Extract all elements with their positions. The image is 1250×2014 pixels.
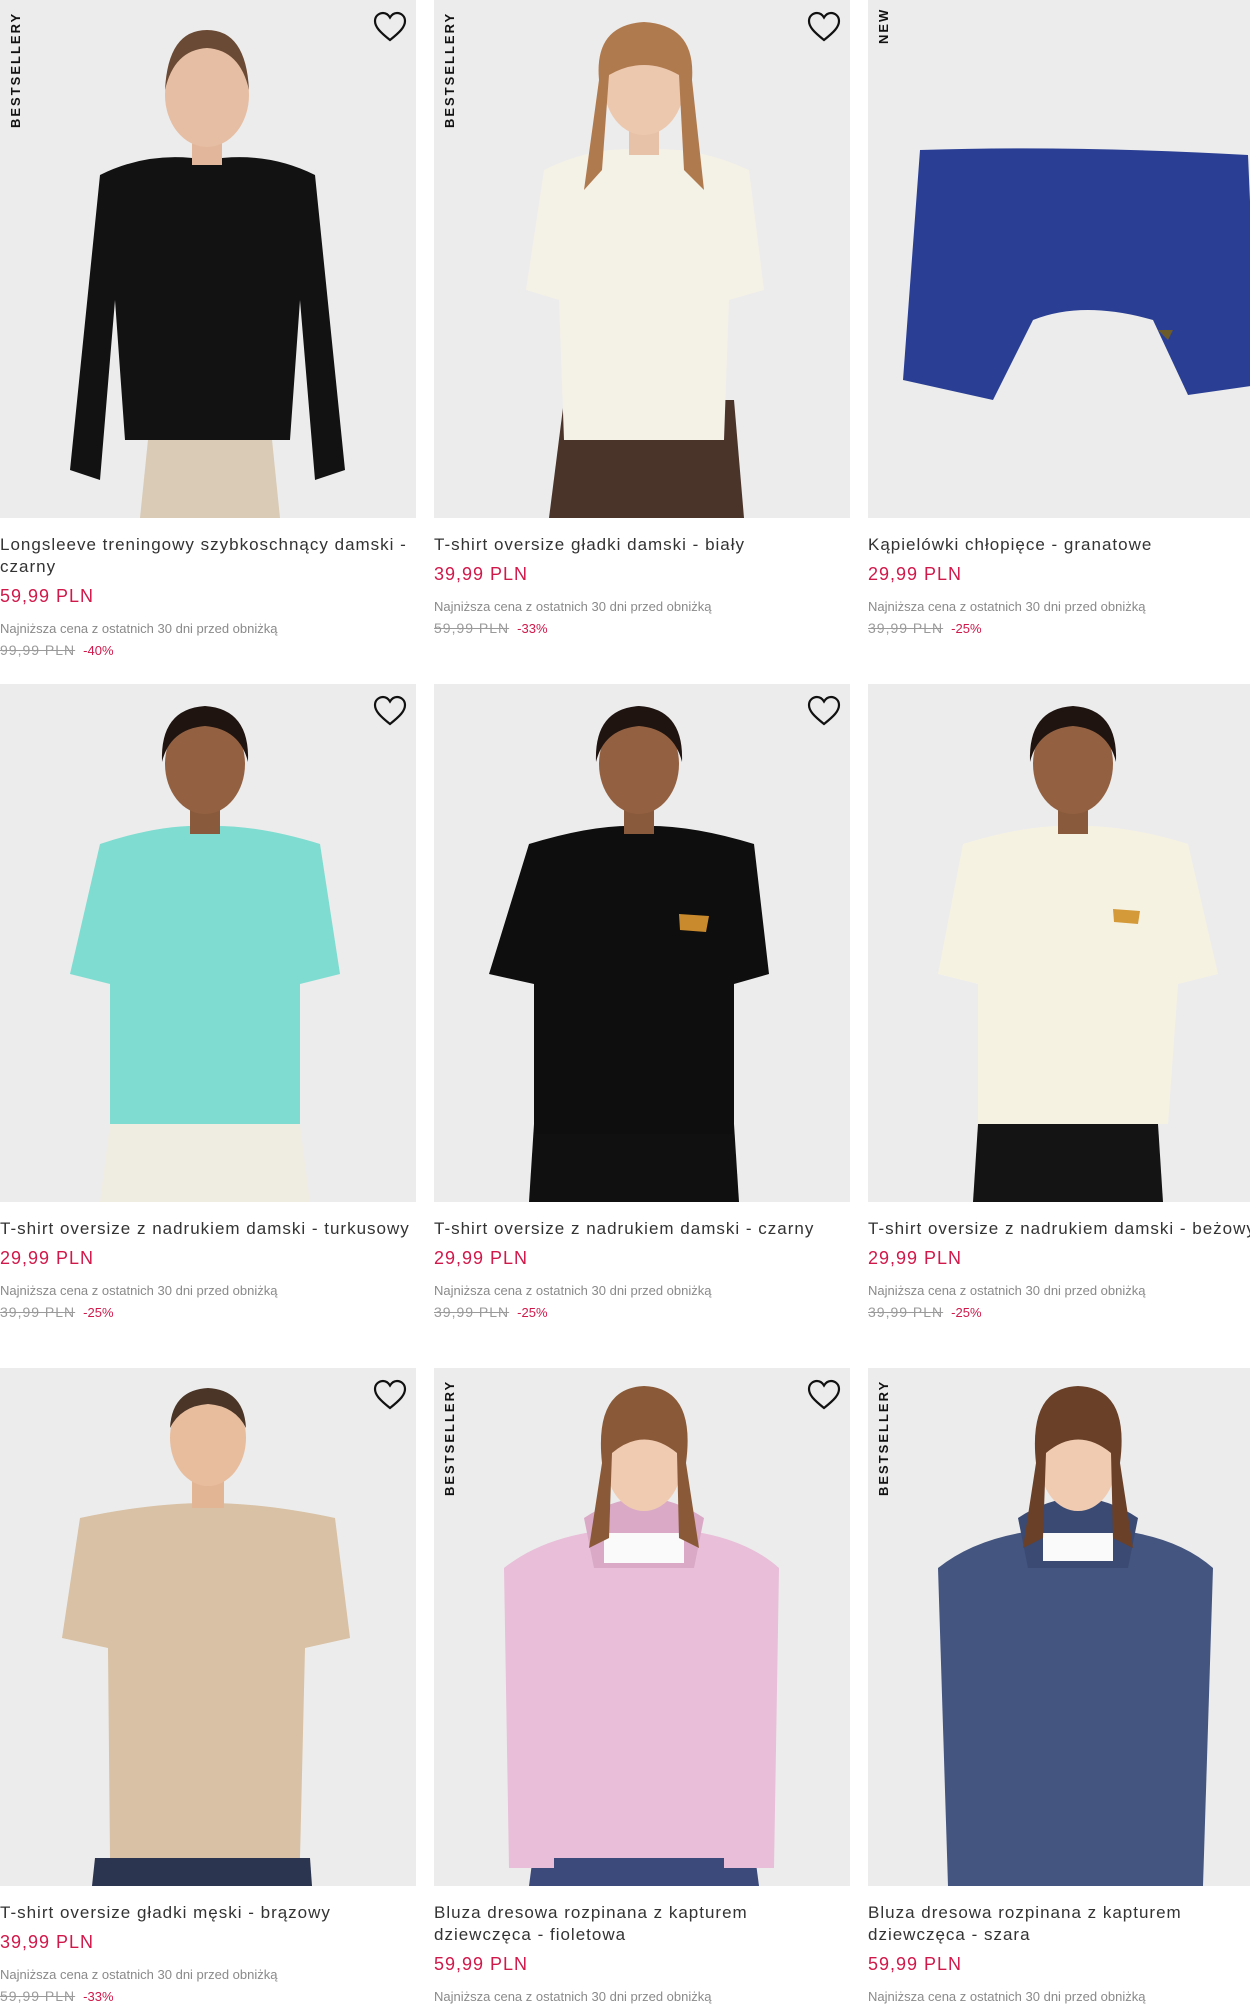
old-price-row: 39,99 PLN -25% — [868, 620, 1250, 636]
product-name[interactable]: Longsleeve treningowy szybkoschnący dams… — [0, 534, 416, 578]
lowest-price-note: Najniższa cena z ostatnich 30 dni przed … — [0, 1283, 278, 1298]
discount-badge: -25% — [517, 1305, 548, 1320]
product-image[interactable]: BESTSELLERY — [434, 0, 850, 518]
product-price: 39,99 PLN — [0, 1932, 95, 1952]
discount-badge: -25% — [83, 1305, 114, 1320]
product-name[interactable]: T-shirt oversize z nadrukiem damski - tu… — [0, 1218, 416, 1240]
product-card[interactable]: BESTSELLERY Longsleeve treningowy szybko… — [0, 0, 416, 658]
product-price: 59,99 PLN — [0, 586, 95, 606]
wishlist-heart-icon[interactable] — [806, 1378, 842, 1412]
product-image[interactable]: BESTSELLERY — [868, 1368, 1250, 1886]
wishlist-heart-icon[interactable] — [372, 1378, 408, 1412]
product-name[interactable]: T-shirt oversize gładki damski - biały — [434, 534, 850, 556]
old-price: 39,99 PLN — [868, 1304, 944, 1320]
old-price-row: 39,99 PLN -25% — [868, 1304, 1250, 1320]
product-card[interactable]: BESTSELLERY Bluza dresowa rozpinana z ka… — [868, 1368, 1250, 2004]
discount-badge: -33% — [517, 621, 548, 636]
lowest-price-note: Najniższa cena z ostatnich 30 dni przed … — [434, 1989, 712, 2004]
old-price-row: 59,99 PLN -33% — [434, 620, 850, 636]
lowest-price-note: Najniższa cena z ostatnich 30 dni przed … — [0, 621, 278, 636]
lowest-price-note: Najniższa cena z ostatnich 30 dni przed … — [0, 1967, 278, 1982]
product-price: 29,99 PLN — [868, 564, 963, 584]
product-price: 29,99 PLN — [868, 1248, 963, 1268]
lowest-price-note: Najniższa cena z ostatnich 30 dni przed … — [868, 1283, 1146, 1298]
product-price: 29,99 PLN — [434, 1248, 529, 1268]
discount-badge: -25% — [951, 1305, 982, 1320]
product-name[interactable]: T-shirt oversize gładki męski - brązowy — [0, 1902, 416, 1924]
product-name[interactable]: T-shirt oversize z nadrukiem damski - be… — [868, 1218, 1250, 1240]
discount-badge: -25% — [951, 621, 982, 636]
product-name[interactable]: Kąpielówki chłopięce - granatowe — [868, 534, 1250, 556]
badge-bestseller: BESTSELLERY — [442, 11, 457, 128]
product-card[interactable]: BESTSELLERY T-shirt oversize gładki dams… — [434, 0, 850, 636]
badge-bestseller: BESTSELLERY — [442, 1379, 457, 1496]
wishlist-heart-icon[interactable] — [372, 694, 408, 728]
old-price-row: 59,99 PLN -33% — [0, 1988, 416, 2004]
product-name[interactable]: Bluza dresowa rozpinana z kapturem dziew… — [868, 1902, 1250, 1946]
product-image[interactable]: BESTSELLERY — [0, 0, 416, 518]
product-card[interactable]: NEW Kąpielówki chłopięce - granatowe 29,… — [868, 0, 1250, 636]
product-name[interactable]: T-shirt oversize z nadrukiem damski - cz… — [434, 1218, 850, 1240]
old-price-row: 39,99 PLN -25% — [0, 1304, 416, 1320]
badge-new: NEW — [876, 7, 891, 44]
product-price: 29,99 PLN — [0, 1248, 95, 1268]
old-price: 59,99 PLN — [434, 620, 510, 636]
product-card[interactable]: T-shirt oversize z nadrukiem damski - cz… — [434, 684, 850, 1320]
product-price: 59,99 PLN — [868, 1954, 963, 1974]
product-image[interactable] — [0, 1368, 416, 1886]
product-card[interactable]: T-shirt oversize gładki męski - brązowy … — [0, 1368, 416, 2004]
old-price-row: 99,99 PLN -40% — [0, 642, 416, 658]
product-grid: BESTSELLERY Longsleeve treningowy szybko… — [0, 0, 1250, 2014]
product-price: 39,99 PLN — [434, 564, 529, 584]
discount-badge: -33% — [83, 1989, 114, 2004]
product-card[interactable]: BESTSELLERY Bluza dresowa rozpinana z ka… — [434, 1368, 850, 2004]
old-price: 99,99 PLN — [0, 642, 76, 658]
badge-bestseller: BESTSELLERY — [876, 1379, 891, 1496]
lowest-price-note: Najniższa cena z ostatnich 30 dni przed … — [434, 599, 712, 614]
badge-bestseller: BESTSELLERY — [8, 11, 23, 128]
old-price-row: 39,99 PLN -25% — [434, 1304, 850, 1320]
product-image[interactable]: BESTSELLERY — [434, 1368, 850, 1886]
wishlist-heart-icon[interactable] — [806, 694, 842, 728]
product-image[interactable]: NEW — [868, 0, 1250, 518]
product-price: 59,99 PLN — [434, 1954, 529, 1974]
wishlist-heart-icon[interactable] — [372, 10, 408, 44]
lowest-price-note: Najniższa cena z ostatnich 30 dni przed … — [434, 1283, 712, 1298]
old-price: 59,99 PLN — [0, 1988, 76, 2004]
lowest-price-note: Najniższa cena z ostatnich 30 dni przed … — [868, 1989, 1146, 2004]
wishlist-heart-icon[interactable] — [806, 10, 842, 44]
discount-badge: -40% — [83, 643, 114, 658]
product-name[interactable]: Bluza dresowa rozpinana z kapturem dziew… — [434, 1902, 850, 1946]
old-price: 39,99 PLN — [434, 1304, 510, 1320]
old-price: 39,99 PLN — [0, 1304, 76, 1320]
lowest-price-note: Najniższa cena z ostatnich 30 dni przed … — [868, 599, 1146, 614]
product-image[interactable] — [0, 684, 416, 1202]
old-price: 39,99 PLN — [868, 620, 944, 636]
product-card[interactable]: T-shirt oversize z nadrukiem damski - tu… — [0, 684, 416, 1320]
product-image[interactable] — [434, 684, 850, 1202]
product-image[interactable] — [868, 684, 1250, 1202]
product-card[interactable]: T-shirt oversize z nadrukiem damski - be… — [868, 684, 1250, 1320]
